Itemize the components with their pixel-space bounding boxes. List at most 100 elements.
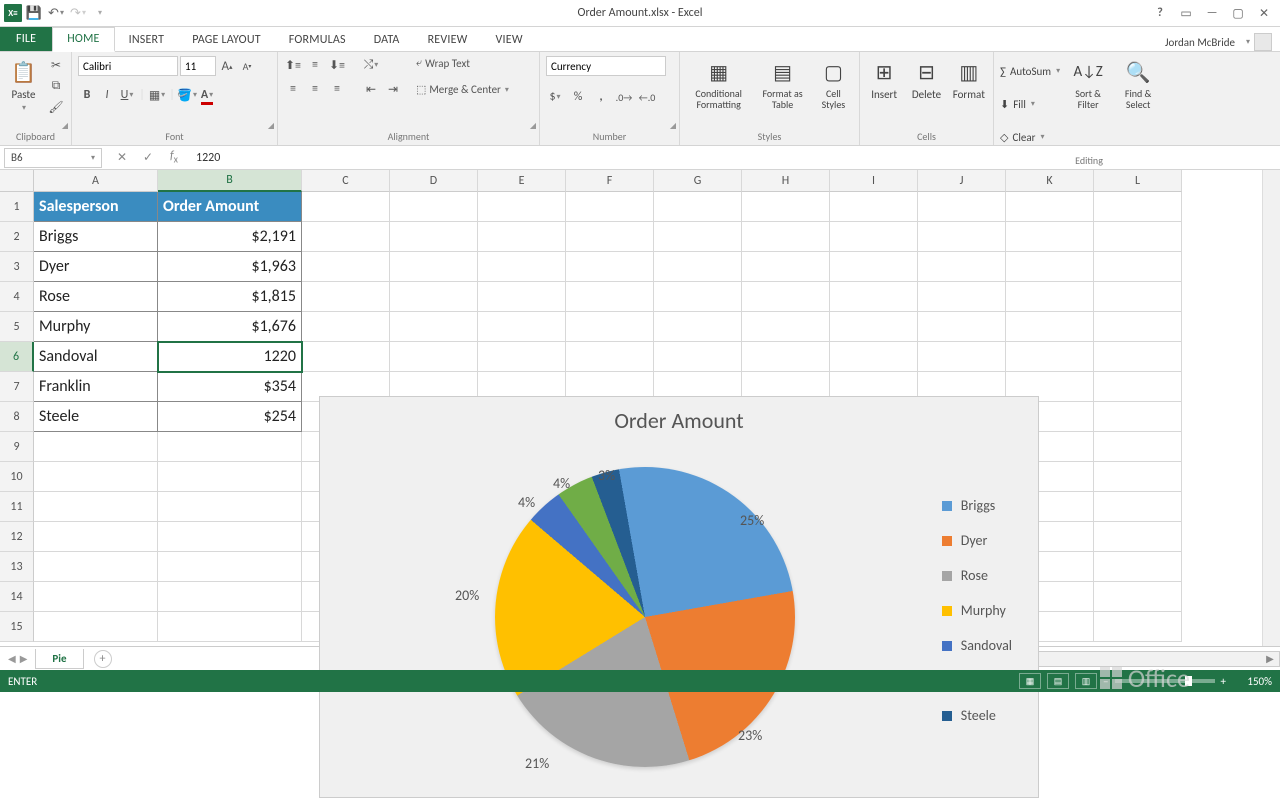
cell[interactable] [566,342,654,372]
tab-insert[interactable]: INSERT [115,29,179,51]
cell[interactable] [654,192,742,222]
cell[interactable] [830,192,918,222]
col-header[interactable]: L [1094,170,1182,192]
vertical-scrollbar[interactable] [1262,170,1280,646]
cell[interactable] [742,312,830,342]
cell[interactable] [918,312,1006,342]
sheet-tab-active[interactable]: Pie [35,649,83,669]
cell[interactable] [34,462,158,492]
cell[interactable] [390,192,478,222]
cell[interactable] [742,192,830,222]
cut-icon[interactable]: ✂ [47,56,65,74]
cell[interactable]: $1,963 [158,252,302,282]
name-box[interactable]: B6▾ [4,148,102,168]
col-header[interactable]: A [34,170,158,192]
clear-button[interactable]: ◇Clear▾ [1000,122,1060,152]
cell[interactable] [302,342,390,372]
close-icon[interactable]: ✕ [1252,3,1276,23]
row-header[interactable]: 11 [0,492,34,522]
cell[interactable] [1094,372,1182,402]
row-headers[interactable]: 123456789101112131415 [0,192,34,642]
cell[interactable] [1094,462,1182,492]
cell[interactable] [1094,222,1182,252]
cell[interactable] [1006,282,1094,312]
font-color-icon[interactable]: A▾ [198,86,216,104]
cell[interactable] [1094,522,1182,552]
cell[interactable] [1006,192,1094,222]
cell[interactable] [742,252,830,282]
cell[interactable]: Order Amount [158,192,302,222]
cell[interactable] [1006,312,1094,342]
cell[interactable] [654,282,742,312]
cell[interactable]: $1,815 [158,282,302,312]
dialog-launcher-icon[interactable]: ◢ [268,121,274,131]
cell[interactable] [566,192,654,222]
cell[interactable] [742,222,830,252]
cell[interactable] [1094,252,1182,282]
row-header[interactable]: 2 [0,222,34,252]
sheet-nav-next-icon[interactable]: ▶ [20,652,28,665]
row-header[interactable]: 12 [0,522,34,552]
cell[interactable] [390,252,478,282]
cell[interactable] [158,432,302,462]
cell[interactable] [830,252,918,282]
save-icon[interactable]: 💾 [24,3,44,23]
bold-icon[interactable]: B [78,86,96,104]
format-painter-icon[interactable]: 🖌 [47,98,65,116]
cell[interactable]: $254 [158,402,302,432]
col-header[interactable]: E [478,170,566,192]
cell[interactable]: Briggs [34,222,158,252]
cell[interactable] [1094,432,1182,462]
tab-review[interactable]: REVIEW [414,29,482,51]
pie-chart[interactable]: Order Amount BriggsDyerRoseMurphySandova… [319,396,1039,798]
cell[interactable] [918,222,1006,252]
dialog-launcher-icon[interactable]: ◢ [670,121,676,131]
fx-icon[interactable]: fx [166,149,182,165]
col-header[interactable]: D [390,170,478,192]
tab-home[interactable]: HOME [52,27,114,52]
col-header[interactable]: I [830,170,918,192]
autosum-button[interactable]: ∑AutoSum▾ [1000,56,1060,86]
row-header[interactable]: 7 [0,372,34,402]
cell[interactable] [830,342,918,372]
border-icon[interactable]: ▦▾ [148,86,166,104]
cell[interactable] [1094,552,1182,582]
user-name[interactable]: Jordan McBride [1165,36,1235,49]
font-size-input[interactable] [180,56,216,76]
row-header[interactable]: 10 [0,462,34,492]
cell[interactable]: Murphy [34,312,158,342]
cell[interactable] [1006,252,1094,282]
align-bottom-icon[interactable]: ⬇≡ [328,56,346,74]
wrap-text-button[interactable]: ⤶Wrap Text [416,56,509,70]
insert-cells-button[interactable]: ⊞Insert [866,56,902,103]
cell[interactable] [158,612,302,642]
fill-color-icon[interactable]: 🪣▾ [178,86,196,104]
cell[interactable] [158,582,302,612]
zoom-in-icon[interactable]: + [1221,675,1226,688]
cell[interactable]: Franklin [34,372,158,402]
underline-icon[interactable]: U▾ [118,86,136,104]
align-top-icon[interactable]: ⬆≡ [284,56,302,74]
decrease-indent-icon[interactable]: ⇤ [362,80,380,98]
cell[interactable] [566,252,654,282]
cell[interactable] [566,282,654,312]
worksheet-grid[interactable]: ABCDEFGHIJKL 123456789101112131415 Sales… [0,170,1280,646]
dialog-launcher-icon[interactable]: ◢ [530,121,536,131]
cell[interactable] [1006,342,1094,372]
align-center-icon[interactable]: ≡ [306,80,324,98]
zoom-level[interactable]: 150% [1232,675,1272,688]
percent-format-icon[interactable]: % [569,88,587,106]
tab-page-layout[interactable]: PAGE LAYOUT [178,29,275,51]
cell[interactable] [1094,312,1182,342]
page-layout-view-icon[interactable]: ▤ [1047,673,1069,689]
cell[interactable] [390,282,478,312]
col-header[interactable]: J [918,170,1006,192]
sort-filter-button[interactable]: A↓ZSort & Filter [1066,56,1110,112]
cell[interactable] [158,552,302,582]
normal-view-icon[interactable]: ▦ [1019,673,1041,689]
decrease-decimal-icon[interactable]: ←.0 [638,88,656,106]
avatar[interactable] [1254,33,1272,51]
cell[interactable] [302,312,390,342]
col-header[interactable]: K [1006,170,1094,192]
cell[interactable]: Sandoval [34,342,158,372]
